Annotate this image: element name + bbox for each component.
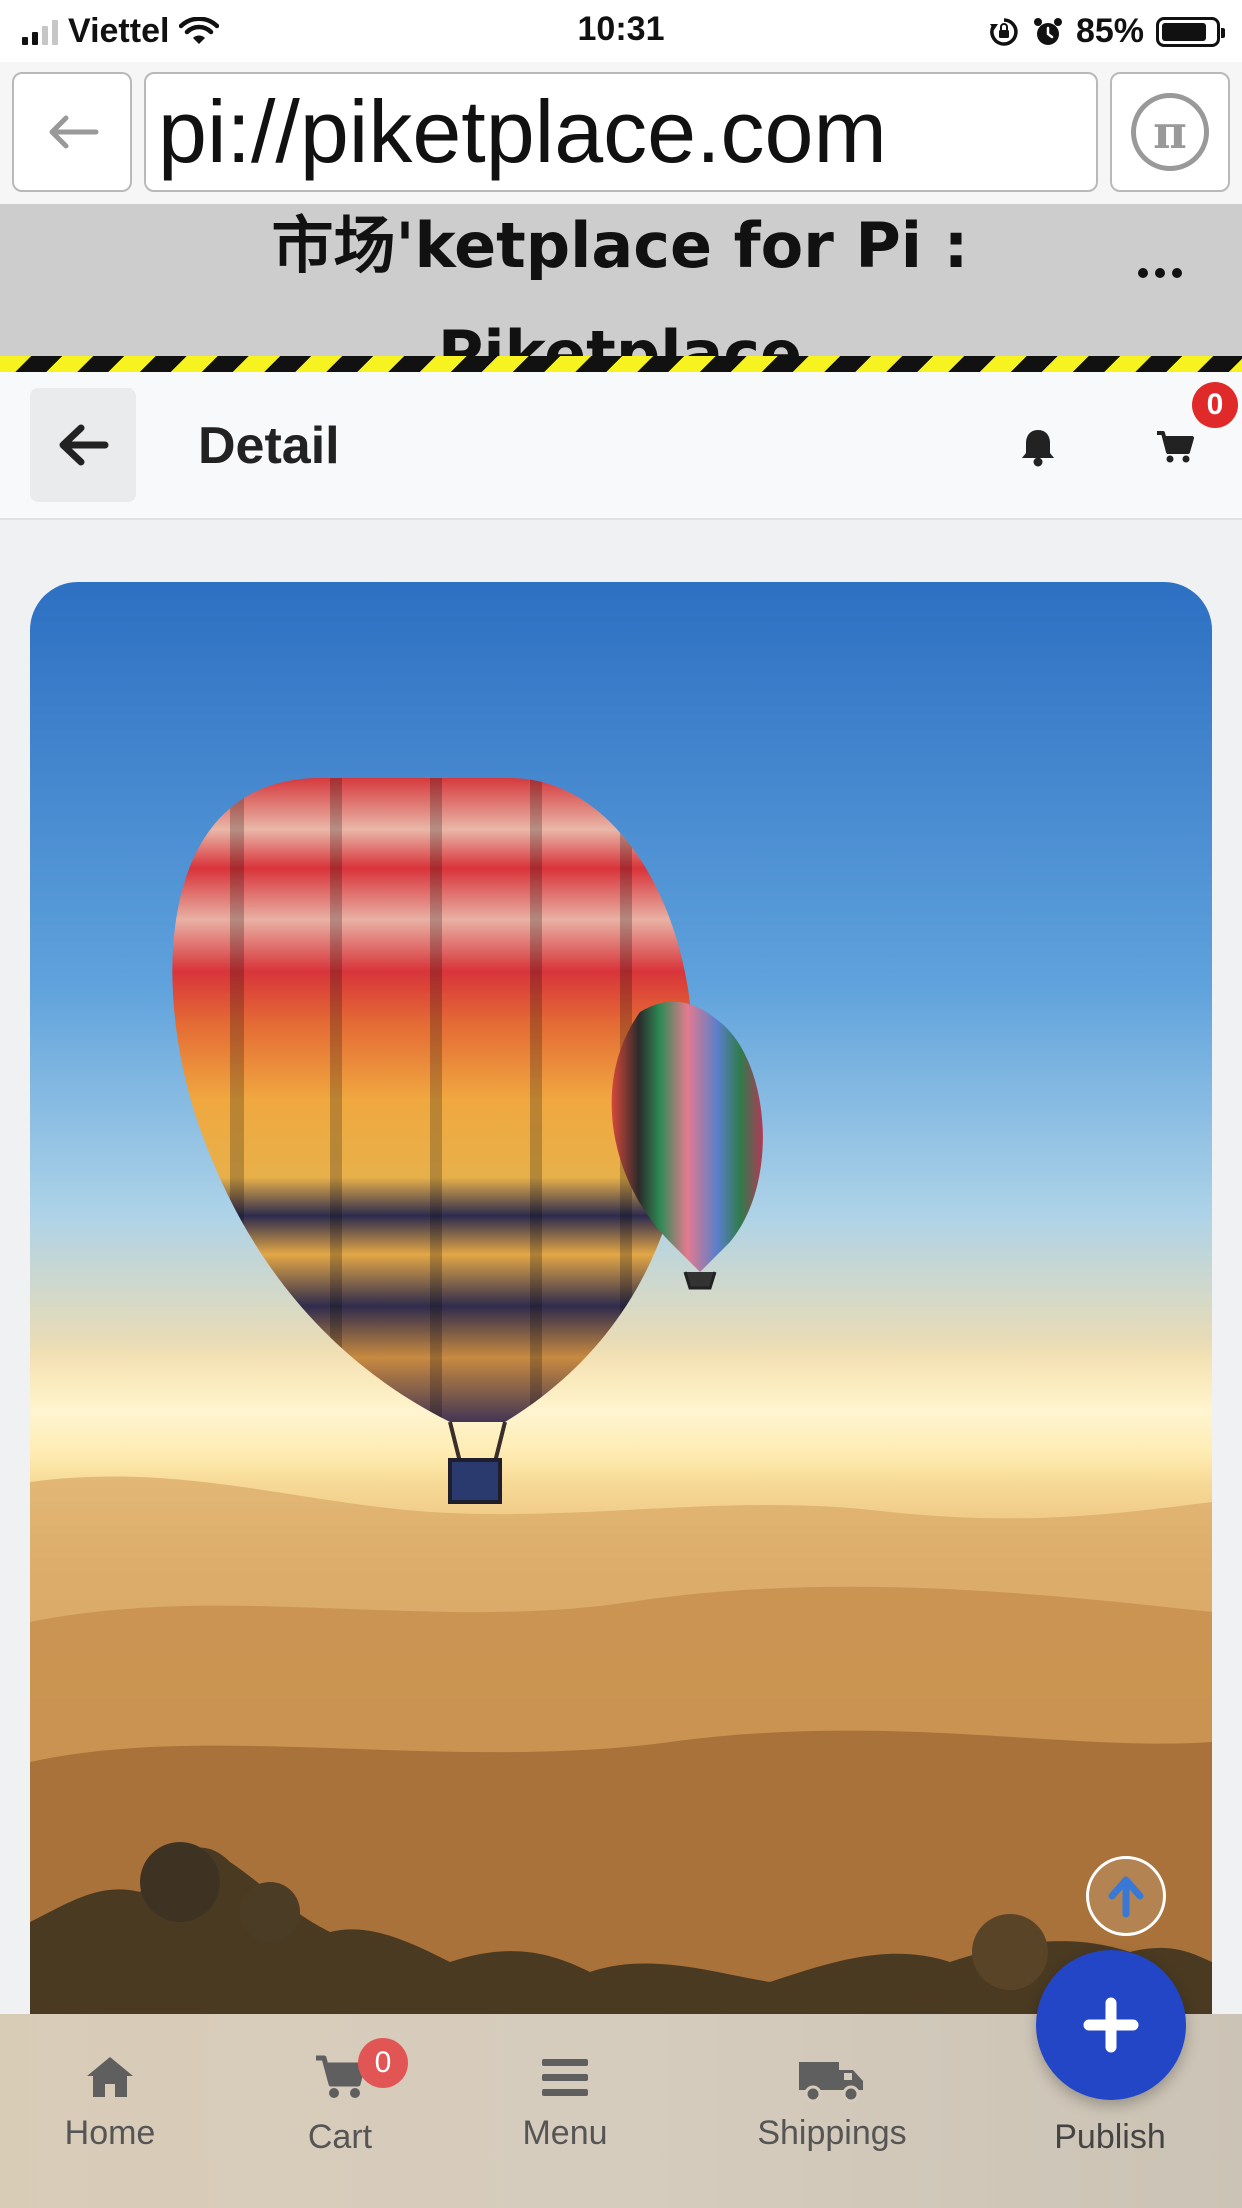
- truck-icon: [799, 2062, 863, 2103]
- cart-icon[interactable]: [1156, 430, 1194, 464]
- nav-shippings[interactable]: Shippings: [732, 2054, 932, 2153]
- menu-icon: [542, 2059, 588, 2096]
- arrow-up-icon: [1108, 1876, 1144, 1918]
- browser-bar: pi://piketplace.com π: [0, 62, 1242, 204]
- page-title-banner: 市场'ketplace for Pi : Piketplace: [0, 204, 1242, 356]
- nav-menu[interactable]: Menu: [465, 2054, 665, 2153]
- app-header: Detail 0: [0, 372, 1242, 520]
- header-title: Detail: [198, 417, 340, 475]
- back-button[interactable]: [30, 388, 136, 502]
- cart-count-badge: 0: [1192, 382, 1238, 428]
- battery-icon: [1156, 16, 1225, 47]
- publish-button[interactable]: [1036, 1950, 1186, 2100]
- bell-icon[interactable]: [1020, 427, 1056, 467]
- plus-icon: [1083, 1997, 1139, 2053]
- product-image: [30, 582, 1212, 2022]
- nav-label-shippings: Shippings: [757, 2114, 907, 2152]
- nav-home[interactable]: Home: [10, 2054, 210, 2153]
- orientation-lock-icon: [989, 17, 1018, 46]
- hazard-stripe: [0, 356, 1242, 372]
- browser-back-button[interactable]: [12, 72, 132, 192]
- scroll-to-top-button[interactable]: [1086, 1856, 1166, 1936]
- status-right: 85%: [988, 12, 1225, 51]
- more-options-icon[interactable]: [1138, 268, 1182, 278]
- nav-label-home: Home: [64, 2114, 156, 2152]
- arrow-left-icon: [59, 424, 109, 466]
- alarm-icon: [1033, 17, 1062, 45]
- home-icon: [87, 2057, 133, 2097]
- status-bar: Viettel 10:31 85%: [0, 0, 1242, 62]
- arrow-left-icon: [49, 115, 99, 149]
- battery-percent: 85%: [1075, 12, 1144, 50]
- nav-label-cart: Cart: [307, 2118, 373, 2156]
- url-field[interactable]: pi://piketplace.com: [144, 72, 1098, 192]
- nav-cart[interactable]: Cart 0: [240, 2038, 440, 2157]
- publish-label: Publish: [1054, 2118, 1166, 2156]
- pi-icon: π: [1131, 93, 1209, 171]
- pi-browser-button[interactable]: π: [1110, 72, 1230, 192]
- nav-label-menu: Menu: [522, 2114, 608, 2152]
- page-title: 市场'ketplace for Pi : Piketplace: [271, 209, 969, 356]
- nav-cart-badge: 0: [358, 2038, 408, 2088]
